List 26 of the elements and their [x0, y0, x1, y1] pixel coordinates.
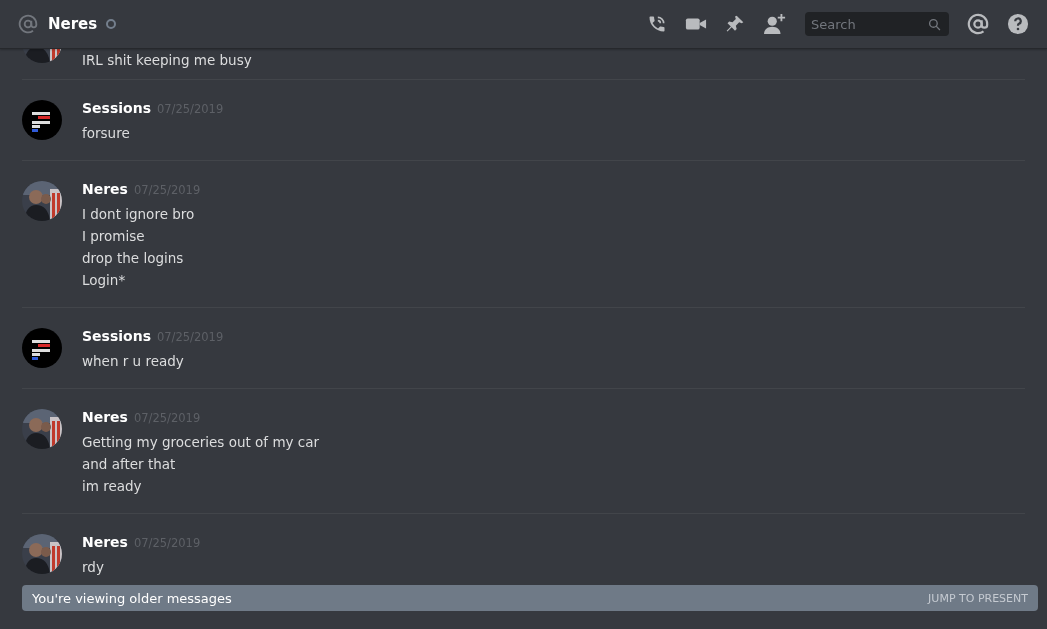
at-sign-icon	[18, 14, 38, 34]
call-button[interactable]	[647, 14, 667, 34]
author-name[interactable]: Neres	[82, 534, 128, 550]
message-text: and after that	[82, 455, 177, 474]
message-text: im ready	[82, 477, 143, 496]
add-friend-button[interactable]	[763, 13, 787, 35]
conversation-title: Neres	[48, 15, 98, 33]
message-text: rdy	[82, 558, 105, 575]
message-text: I promise	[82, 227, 146, 246]
author-name[interactable]: Neres	[82, 409, 128, 425]
author-name[interactable]: Neres	[82, 181, 128, 197]
mentions-button[interactable]	[967, 13, 989, 35]
help-button[interactable]	[1007, 13, 1029, 35]
message-text: Login*	[82, 271, 127, 290]
message-text: Getting my groceries out of my car	[82, 433, 320, 452]
search-field[interactable]: Search	[805, 12, 949, 36]
author-name[interactable]: Sessions	[82, 100, 151, 116]
message-text: I dont ignore bro	[82, 205, 196, 224]
message-text: forsure	[82, 124, 131, 143]
search-icon	[928, 17, 941, 31]
pin-button[interactable]	[725, 14, 745, 34]
message-text: drop the logins	[82, 249, 185, 268]
older-messages-notice: You're viewing older messages	[32, 590, 232, 606]
message-text: IRL shit keeping me busy	[82, 51, 252, 70]
message-text: when r u ready	[82, 352, 185, 371]
author-name[interactable]: Sessions	[82, 328, 151, 344]
